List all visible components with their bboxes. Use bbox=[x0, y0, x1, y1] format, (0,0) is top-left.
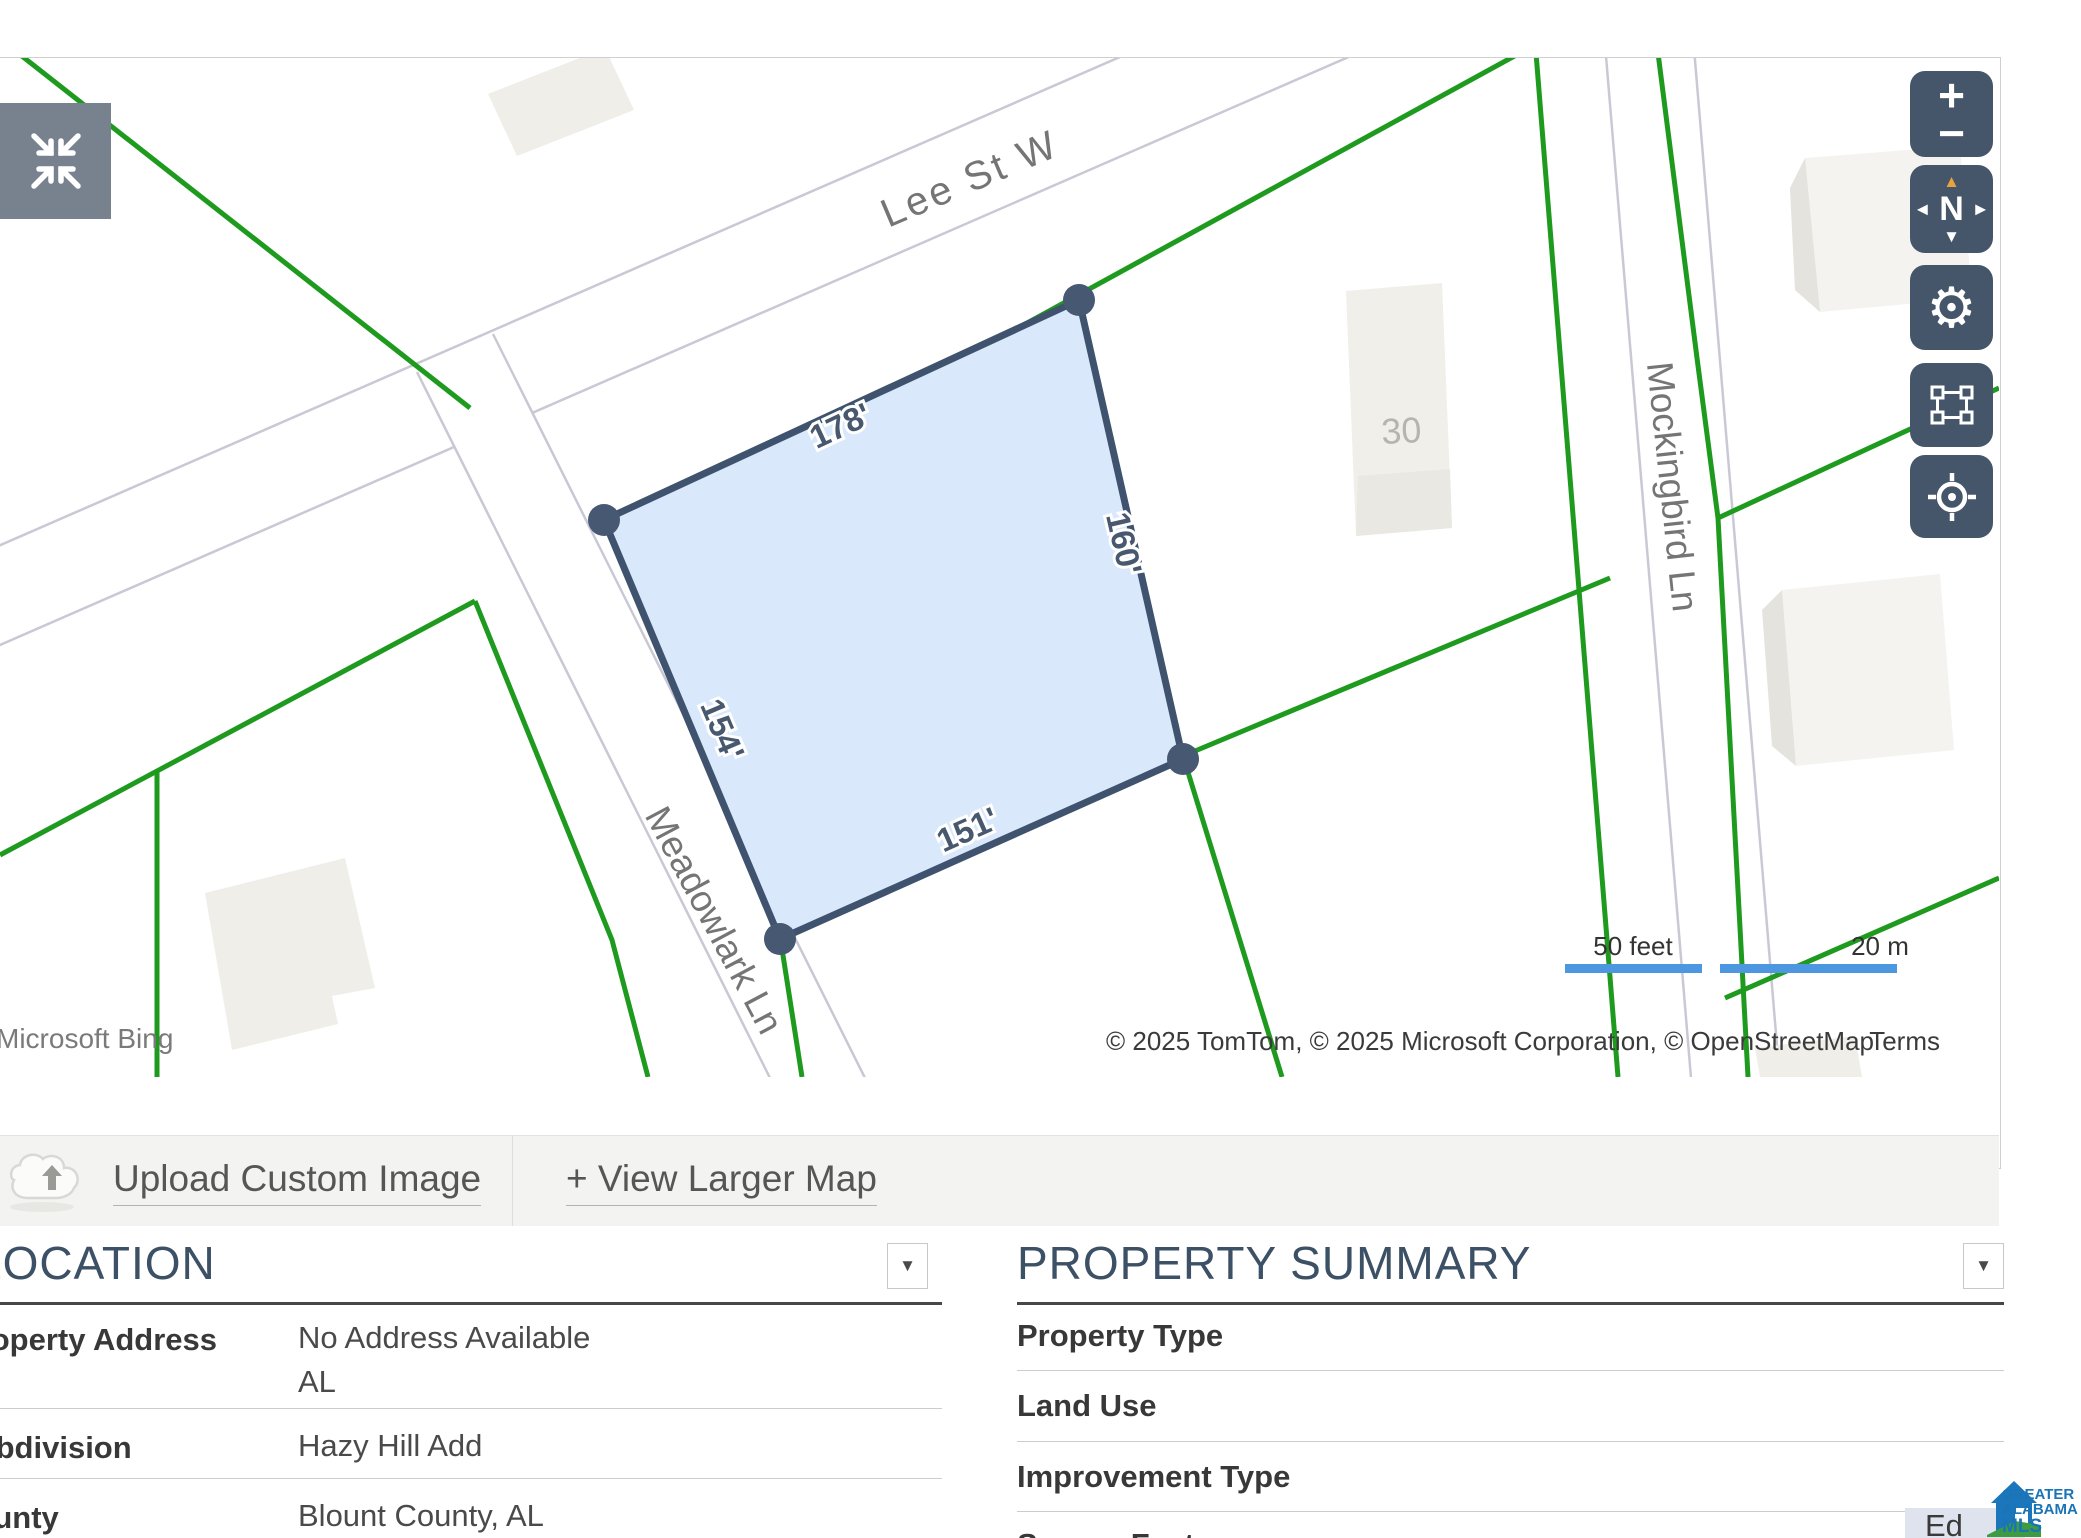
parcel-map[interactable]: 30 178' 160' 154' bbox=[0, 58, 1999, 1077]
summary-collapse-button[interactable]: ▼ bbox=[1963, 1243, 2004, 1289]
scale-feet-label: 50 feet bbox=[1593, 931, 1673, 961]
terms-link[interactable]: Terms bbox=[1869, 1026, 1940, 1056]
draw-selection-button[interactable] bbox=[1910, 363, 1993, 447]
chevron-down-icon: ▼ bbox=[1975, 1256, 1992, 1276]
location-row-value: AL bbox=[298, 1364, 336, 1400]
property-summary-section: PROPERTY SUMMARY ▼ bbox=[1017, 1236, 2004, 1305]
summary-row-label: Square Feet bbox=[1017, 1527, 1194, 1538]
gear-icon: ⚙ bbox=[1926, 275, 1976, 341]
row-separator bbox=[1017, 1511, 2004, 1512]
row-separator bbox=[1017, 1370, 2004, 1371]
mls-logo-line: ALABAMA bbox=[2002, 1502, 2078, 1517]
upload-cloud-icon[interactable] bbox=[6, 1150, 98, 1214]
location-row-value: No Address Available bbox=[298, 1320, 590, 1356]
bing-attribution: Microsoft Bing bbox=[0, 1023, 173, 1054]
parcel-vertex[interactable] bbox=[1167, 743, 1199, 775]
location-title-rule bbox=[0, 1302, 942, 1305]
summary-row-label: Property Type bbox=[1017, 1318, 1223, 1354]
zoom-control[interactable]: + − bbox=[1910, 71, 1993, 157]
compass-control[interactable]: ▲ ◀ N ▶ ▼ bbox=[1910, 165, 1993, 253]
mls-logo-line: MLS bbox=[2002, 1517, 2078, 1536]
map-container: 30 178' 160' 154' bbox=[0, 57, 2001, 1169]
row-separator bbox=[1017, 1441, 2004, 1442]
compass-right-arrow[interactable]: ▶ bbox=[1975, 201, 1986, 218]
view-larger-map-link[interactable]: + View Larger Map bbox=[566, 1158, 877, 1206]
location-section: LOCATION ▼ bbox=[0, 1236, 942, 1305]
toolbar-divider bbox=[512, 1136, 513, 1226]
parcel-vertex[interactable] bbox=[588, 504, 620, 536]
summary-row-label: Land Use bbox=[1017, 1388, 1157, 1424]
row-separator bbox=[0, 1408, 942, 1409]
scale-meters-label: 20 m bbox=[1851, 931, 1909, 961]
scale-meters-bar bbox=[1720, 964, 1897, 973]
parcel-vertex[interactable] bbox=[1063, 284, 1095, 316]
scale-feet-bar bbox=[1565, 964, 1702, 973]
location-row-value: Hazy Hill Add bbox=[298, 1428, 482, 1464]
chevron-down-icon: ▼ bbox=[899, 1256, 916, 1276]
selection-rect-icon bbox=[1929, 384, 1975, 426]
locate-target-icon bbox=[1926, 471, 1978, 523]
map-settings-button[interactable]: ⚙ bbox=[1910, 265, 1993, 350]
collapse-icon bbox=[23, 128, 89, 194]
compass-down-arrow[interactable]: ▼ bbox=[1943, 228, 1960, 245]
property-summary-title: PROPERTY SUMMARY bbox=[1017, 1236, 2004, 1290]
summary-title-rule bbox=[1017, 1302, 2004, 1305]
zoom-out-button[interactable]: − bbox=[1938, 114, 1965, 152]
summary-row-label: Improvement Type bbox=[1017, 1459, 1290, 1495]
upload-custom-image-link[interactable]: Upload Custom Image bbox=[113, 1158, 481, 1206]
location-collapse-button[interactable]: ▼ bbox=[887, 1243, 928, 1289]
collapse-map-button[interactable] bbox=[0, 103, 111, 219]
compass-left-arrow[interactable]: ◀ bbox=[1917, 201, 1928, 218]
compass-up-arrow[interactable]: ▲ bbox=[1943, 173, 1960, 190]
location-row-label: County bbox=[0, 1500, 59, 1536]
location-row-label: Property Address bbox=[0, 1322, 217, 1358]
location-row-value: Blount County, AL bbox=[298, 1498, 544, 1534]
compass-north-label[interactable]: N bbox=[1939, 194, 1964, 224]
building-number-label: 30 bbox=[1380, 409, 1422, 452]
mls-logo-text: GREATER ALABAMA MLS bbox=[2002, 1487, 2078, 1536]
locate-button[interactable] bbox=[1910, 455, 1993, 538]
parcel-vertex[interactable] bbox=[764, 923, 796, 955]
location-row-label: Subdivision bbox=[0, 1430, 132, 1466]
property-page: { "map": { "streets": { "lee": "Lee St W… bbox=[0, 0, 2081, 1538]
map-copyright: © 2025 TomTom, © 2025 Microsoft Corporat… bbox=[1106, 1026, 1874, 1056]
map-toolbar: Upload Custom Image + View Larger Map bbox=[0, 1135, 1999, 1226]
row-separator bbox=[0, 1478, 942, 1479]
location-title: LOCATION bbox=[0, 1236, 918, 1290]
mls-logo-line: GREATER bbox=[2002, 1487, 2078, 1502]
